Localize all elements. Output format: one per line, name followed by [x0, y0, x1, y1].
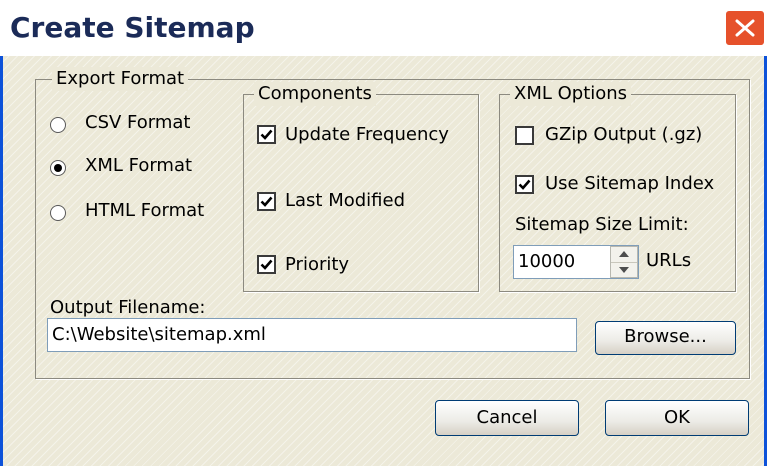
radio-selected-dot: [54, 164, 62, 172]
radio-xml-format[interactable]: [50, 160, 66, 176]
radio-html-format[interactable]: [50, 205, 66, 221]
spinner-down-button[interactable]: [611, 262, 637, 278]
checkmark-icon: [260, 259, 273, 270]
close-button[interactable]: [725, 10, 765, 46]
output-filename-label: Output Filename:: [50, 297, 206, 318]
output-filename-input[interactable]: C:\Website\sitemap.xml: [47, 318, 577, 352]
checkbox-priority[interactable]: [257, 255, 276, 274]
checkmark-icon: [518, 179, 531, 190]
window-title: Create Sitemap: [10, 11, 255, 44]
checkmark-icon: [260, 196, 273, 207]
xml-options-legend: XML Options: [510, 82, 632, 106]
sitemap-size-limit-label: Sitemap Size Limit:: [515, 214, 689, 235]
radio-csv-format-label[interactable]: CSV Format: [85, 111, 190, 135]
checkbox-update-frequency-label[interactable]: Update Frequency: [285, 123, 449, 147]
arrow-down-icon: [619, 267, 629, 273]
checkbox-gzip-output[interactable]: [515, 126, 534, 145]
cancel-button[interactable]: Cancel: [435, 400, 579, 436]
size-unit-label: URLs: [646, 250, 692, 271]
browse-button[interactable]: Browse...: [595, 321, 736, 355]
export-format-legend: Export Format: [52, 67, 189, 91]
checkbox-last-modified[interactable]: [257, 192, 276, 211]
radio-xml-format-label[interactable]: XML Format: [85, 154, 192, 178]
checkbox-last-modified-label[interactable]: Last Modified: [285, 189, 405, 213]
ok-button[interactable]: OK: [605, 400, 749, 436]
checkbox-use-sitemap-index[interactable]: [515, 175, 534, 194]
arrow-up-icon: [619, 251, 629, 257]
checkbox-priority-label[interactable]: Priority: [285, 253, 349, 277]
title-bar[interactable]: Create Sitemap: [0, 0, 767, 56]
size-limit-spinner[interactable]: [610, 246, 638, 278]
checkmark-icon: [260, 129, 273, 140]
checkbox-use-sitemap-index-label[interactable]: Use Sitemap Index: [545, 172, 714, 196]
radio-csv-format[interactable]: [50, 117, 66, 133]
close-icon: [735, 19, 755, 37]
spinner-up-button[interactable]: [611, 247, 637, 262]
components-legend: Components: [254, 82, 376, 106]
radio-html-format-label[interactable]: HTML Format: [85, 199, 204, 223]
checkbox-update-frequency[interactable]: [257, 125, 276, 144]
dialog-body: Export Format CSV Format XML Format HTML…: [0, 56, 767, 466]
checkbox-gzip-output-label[interactable]: GZip Output (.gz): [545, 123, 702, 147]
